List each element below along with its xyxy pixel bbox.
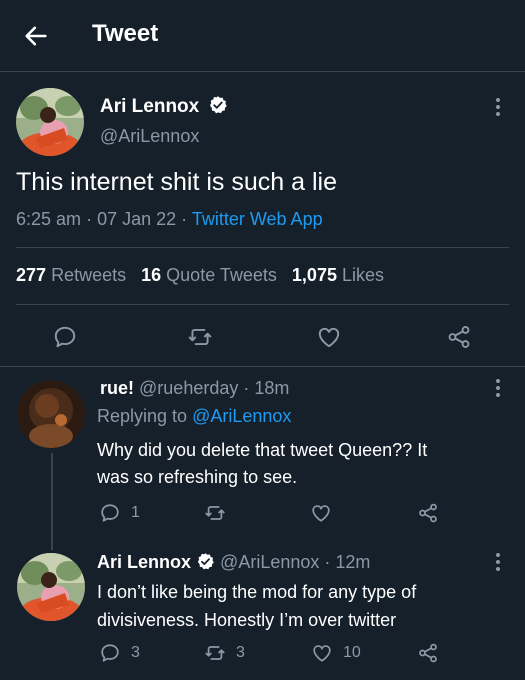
- more-options-icon[interactable]: [495, 379, 501, 399]
- replying-to-label: Replying to: [97, 406, 188, 426]
- reply-handle[interactable]: @AriLennox: [220, 552, 319, 572]
- reply-count: 3: [131, 644, 140, 661]
- top-bar: Tweet: [0, 0, 525, 72]
- reply-text: Why did you delete that tweet Queen?? It…: [97, 437, 427, 491]
- retweet-icon[interactable]: [186, 324, 214, 350]
- retweet-icon[interactable]: [203, 642, 227, 664]
- meta-separator: ·: [86, 209, 93, 229]
- tweet-source[interactable]: Twitter Web App: [192, 209, 323, 229]
- reply-text: I don’t like being the mod for any type …: [97, 578, 416, 634]
- meta-separator: ·: [243, 378, 250, 398]
- back-arrow-icon[interactable]: [22, 22, 50, 50]
- tweet-text: This internet shit is such a lie: [16, 168, 337, 196]
- meta-separator: ·: [181, 209, 188, 229]
- reply-display-name[interactable]: rue!: [100, 378, 134, 398]
- likes-label: Likes: [341, 265, 385, 285]
- reply-avatar[interactable]: [17, 553, 85, 621]
- retweet-icon[interactable]: [203, 502, 227, 524]
- reply-text-line: divisiveness. Honestly I’m over twitter: [97, 610, 397, 630]
- reply-avatar[interactable]: [17, 380, 85, 448]
- share-icon[interactable]: [417, 642, 439, 664]
- divider: [16, 304, 509, 305]
- quotes-stat[interactable]: 16 Quote Tweets: [141, 265, 282, 285]
- more-options-icon[interactable]: [495, 553, 501, 573]
- thread-line: [51, 453, 53, 550]
- like-icon[interactable]: [311, 642, 333, 664]
- share-icon[interactable]: [417, 502, 439, 524]
- more-options-icon[interactable]: [495, 98, 501, 118]
- quotes-count: 16: [141, 265, 162, 285]
- author-handle[interactable]: @AriLennox: [100, 126, 199, 147]
- retweets-label: Retweets: [51, 265, 127, 285]
- quotes-label: Quote Tweets: [166, 265, 277, 285]
- reply-time[interactable]: 12m: [335, 552, 370, 572]
- retweet-count: 3: [236, 644, 245, 661]
- author-avatar[interactable]: [16, 88, 84, 156]
- divider: [0, 366, 525, 367]
- divider: [16, 247, 509, 248]
- verified-badge-icon: [209, 96, 227, 114]
- reply-header: Ari Lennox @AriLennox · 12m: [97, 552, 370, 573]
- tweet-date: 07 Jan 22: [97, 209, 177, 229]
- reply-header: rue! @rueherday · 18m: [100, 378, 289, 399]
- reply-text-line: Why did you delete that tweet Queen?? It: [97, 440, 428, 460]
- tweet-time: 6:25 am: [16, 209, 82, 229]
- author-name[interactable]: Ari Lennox: [100, 95, 228, 118]
- page-title: Tweet: [92, 20, 159, 47]
- reply-text-line: was so refreshing to see.: [97, 467, 298, 487]
- replying-to: Replying to @AriLennox: [97, 406, 291, 427]
- meta-separator: ·: [324, 552, 331, 572]
- author-display-name[interactable]: Ari Lennox: [100, 96, 199, 117]
- reply-icon[interactable]: [52, 324, 78, 350]
- reply-text-line: I don’t like being the mod for any type …: [97, 582, 417, 602]
- tweet-stats: 277 Retweets 16 Quote Tweets 1,075 Likes: [16, 265, 384, 286]
- retweets-count: 277: [16, 265, 47, 285]
- likes-count: 1,075: [291, 265, 337, 285]
- reply-display-name[interactable]: Ari Lennox: [97, 552, 191, 572]
- reply-handle[interactable]: @rueherday: [139, 378, 238, 398]
- like-icon[interactable]: [316, 324, 342, 350]
- verified-badge-icon: [197, 553, 214, 570]
- like-count: 10: [343, 644, 361, 661]
- replying-to-handle[interactable]: @AriLennox: [192, 406, 291, 426]
- tweet-meta: 6:25 am · 07 Jan 22 · Twitter Web App: [16, 209, 323, 230]
- retweets-stat[interactable]: 277 Retweets: [16, 265, 131, 285]
- reply-time[interactable]: 18m: [254, 378, 289, 398]
- like-icon[interactable]: [310, 502, 332, 524]
- reply-count: 1: [131, 504, 140, 521]
- reply-icon[interactable]: [99, 502, 121, 524]
- reply-icon[interactable]: [99, 642, 121, 664]
- share-icon[interactable]: [446, 324, 472, 350]
- likes-stat[interactable]: 1,075 Likes: [292, 265, 384, 285]
